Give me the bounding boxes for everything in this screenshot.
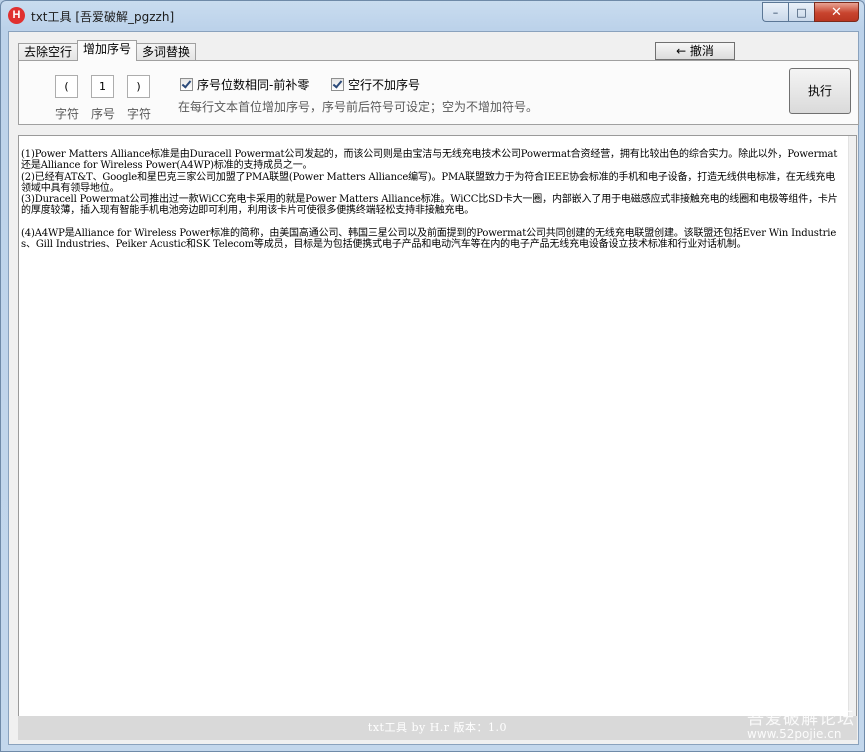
start-number-input[interactable]: 1 (91, 75, 114, 98)
watermark-url: www.52pojie.cn (747, 727, 842, 741)
editor-line: (1)Power Matters Alliance标准是由Duracell Po… (21, 149, 838, 172)
watermark-forum-name: 吾爱破解论坛 (747, 709, 855, 729)
close-button[interactable]: ✕ (814, 2, 859, 22)
window-controls: – □ ✕ (762, 2, 859, 22)
add-numbers-panel: ( 字符 1 序号 ) 字符 序号位数相同-前补零 空行不加序号 在每行文本首位… (18, 60, 859, 125)
editor-content[interactable]: (1)Power Matters Alliance标准是由Duracell Po… (21, 149, 843, 251)
suffix-char-input[interactable]: ) (127, 75, 150, 98)
title-bar[interactable]: H txt工具 [吾爱破解_pgzzh] – □ ✕ (1, 1, 864, 31)
app-h-icon: H (8, 7, 25, 24)
minimize-icon: – (772, 5, 779, 19)
start-number-label: 序号 (91, 107, 116, 121)
status-bar: txt工具 by H.r 版本：1.0 (18, 716, 857, 740)
app-window: H txt工具 [吾爱破解_pgzzh] – □ ✕ 去除空行 增加序号 多词替… (0, 0, 865, 752)
prefix-char-input[interactable]: ( (55, 75, 78, 98)
prefix-char-label: 字符 (55, 107, 80, 121)
editor-line: (3)Duracell Powermat公司推出过一款WiCC充电卡采用的就是P… (21, 194, 838, 217)
tab-remove-empty-lines[interactable]: 去除空行 (18, 43, 79, 61)
maximize-button[interactable]: □ (788, 2, 814, 22)
tab-add-line-numbers[interactable]: 增加序号 (77, 40, 138, 61)
editor-line: (4)A4WP是Alliance for Wireless Power标准的简称… (21, 228, 837, 251)
same-digits-checkbox[interactable]: 序号位数相同-前补零 (180, 76, 309, 93)
suffix-char-label: 字符 (127, 107, 152, 121)
text-editor[interactable]: (1)Power Matters Alliance标准是由Duracell Po… (18, 135, 857, 717)
vertical-scrollbar[interactable] (848, 136, 856, 716)
skip-empty-lines-label: 空行不加序号 (348, 78, 421, 92)
editor-line: (2)已经有AT&T、Google和星巴克三家公司加盟了PMA联盟(Power … (21, 171, 836, 194)
execute-button[interactable]: 执行 (789, 68, 851, 114)
close-icon: ✕ (831, 4, 842, 20)
editor-line: ​ (21, 217, 843, 228)
skip-empty-lines-checkbox[interactable]: 空行不加序号 (331, 76, 420, 93)
checkbox-checked-icon[interactable] (331, 78, 344, 91)
same-digits-label: 序号位数相同-前补零 (197, 78, 310, 92)
undo-button[interactable]: ← 撤消 (655, 42, 735, 60)
window-title: txt工具 [吾爱破解_pgzzh] (31, 10, 175, 24)
client-area: 去除空行 增加序号 多词替换 ( 字符 1 序号 ) 字符 序号位数相同-前补零… (8, 31, 859, 745)
tab-multi-word-replace[interactable]: 多词替换 (136, 43, 197, 61)
checkbox-checked-icon[interactable] (180, 78, 193, 91)
maximize-icon: □ (796, 5, 807, 19)
tab-strip: 去除空行 增加序号 多词替换 (18, 40, 197, 61)
minimize-button[interactable]: – (762, 2, 788, 22)
hint-text: 在每行文本首位增加序号，序号前后符号可设定；空为不增加符号。 (178, 100, 539, 114)
